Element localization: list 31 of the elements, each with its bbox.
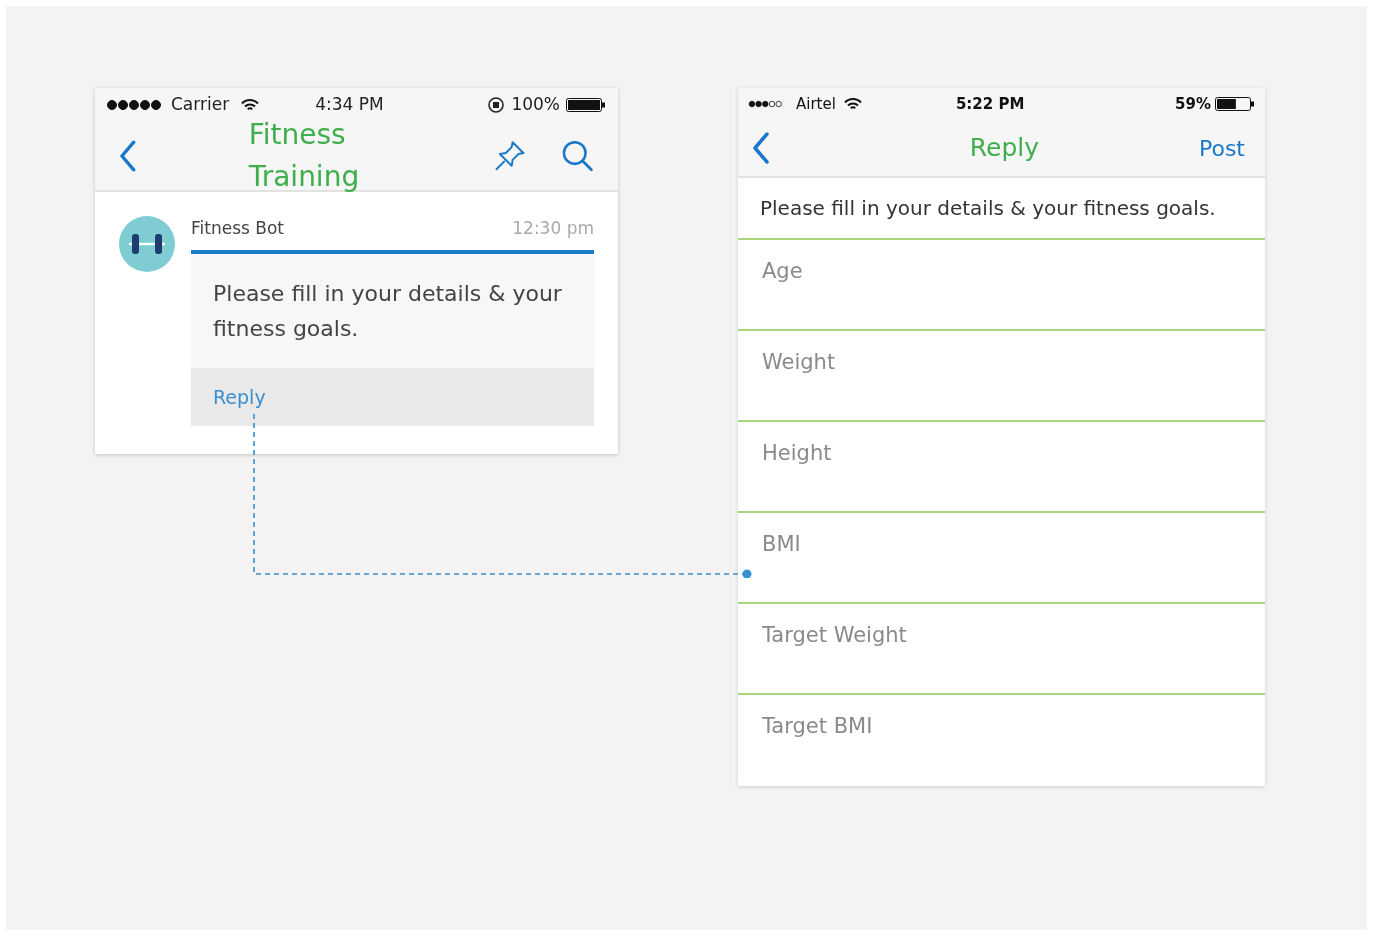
signal-icon	[107, 100, 163, 110]
message-time: 12:30 pm	[512, 217, 594, 241]
battery-percent: 100%	[511, 93, 560, 117]
carrier-name: Carrier	[171, 93, 230, 117]
nav-title: Fitness Training	[248, 117, 361, 195]
form-field[interactable]: Height	[762, 438, 1241, 470]
form-field[interactable]: BMI	[762, 529, 1241, 561]
sender-name: Fitness Bot	[191, 217, 284, 241]
form-field[interactable]: Weight	[762, 347, 1241, 379]
clock-time: 4:34 PM	[315, 93, 384, 117]
clock-time: 5:22 PM	[955, 93, 1025, 115]
post-button[interactable]: Post	[1198, 131, 1251, 165]
prompt-text: Please fill in your details & your fitness goals.	[760, 195, 1216, 222]
battery-icon	[566, 98, 606, 112]
form-field[interactable]: Target Weight	[762, 620, 1241, 652]
pin-icon[interactable]	[493, 139, 527, 173]
wifi-icon	[241, 98, 260, 112]
back-chevron-icon[interactable]	[119, 140, 137, 172]
form-field[interactable]: Target BMI	[762, 711, 1241, 743]
message-text: Please fill in your details & your fitness goals.	[212, 280, 563, 343]
battery-icon	[1215, 97, 1255, 111]
battery-percent: 59%	[1175, 93, 1211, 115]
back-chevron-icon[interactable]	[752, 132, 770, 164]
carrier-name: Airtel	[796, 93, 836, 115]
nav-title: Reply	[969, 132, 1040, 165]
rotation-lock-icon	[487, 96, 506, 114]
search-icon[interactable]	[560, 139, 594, 173]
form-field[interactable]: Age	[762, 256, 1241, 288]
reply-link[interactable]: Reply	[213, 382, 266, 412]
dumbbell-icon	[127, 232, 167, 256]
wifi-icon	[843, 97, 862, 111]
